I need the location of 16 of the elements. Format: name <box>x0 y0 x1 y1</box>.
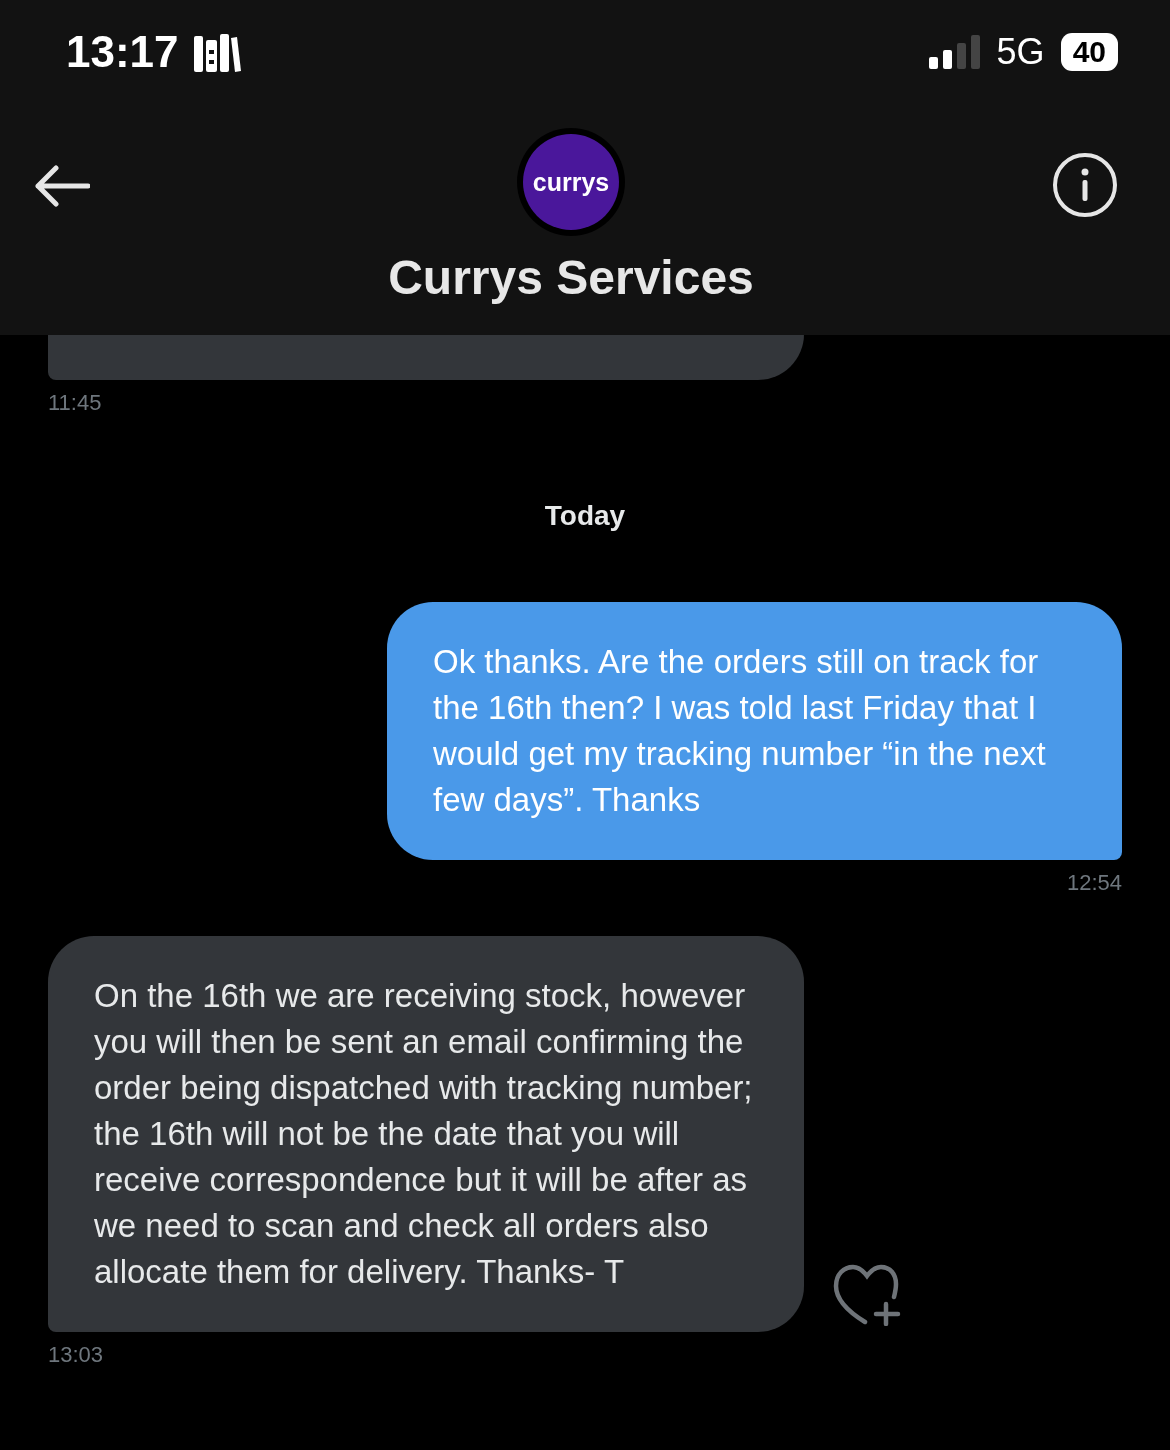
date-divider: Today <box>544 500 626 532</box>
chat-title: Currys Services <box>388 250 754 305</box>
message-bubble: On the 16th we are receiving stock, however you will then be sent an email confirming the order being dispatched with tracking number; the 16th will not be the date that you will receive correspondence but it will be after as we need to scan and check all orders also allocate them for delivery. Thanks- T <box>48 936 804 1332</box>
heart-add-icon[interactable] <box>832 1264 902 1326</box>
network-label: 5G <box>996 31 1045 73</box>
signal-icon <box>928 35 981 69</box>
message-time: 13:03 <box>48 1342 104 1368</box>
books-icon <box>192 32 241 72</box>
battery-indicator: 40 <box>1060 33 1118 71</box>
message-time: 12:54 <box>1066 870 1122 896</box>
avatar-logo: currys <box>523 134 619 230</box>
back-icon[interactable] <box>34 164 90 208</box>
info-icon[interactable] <box>1052 152 1118 218</box>
message-time: 11:45 <box>48 390 102 416</box>
message-bubble: Ok thanks. Are the orders still on track for the 16th then? I was told last Friday that I would get my tracking number “in the next few days”. Thanks <box>387 602 1122 860</box>
clock-time: 13:17 <box>66 27 179 77</box>
